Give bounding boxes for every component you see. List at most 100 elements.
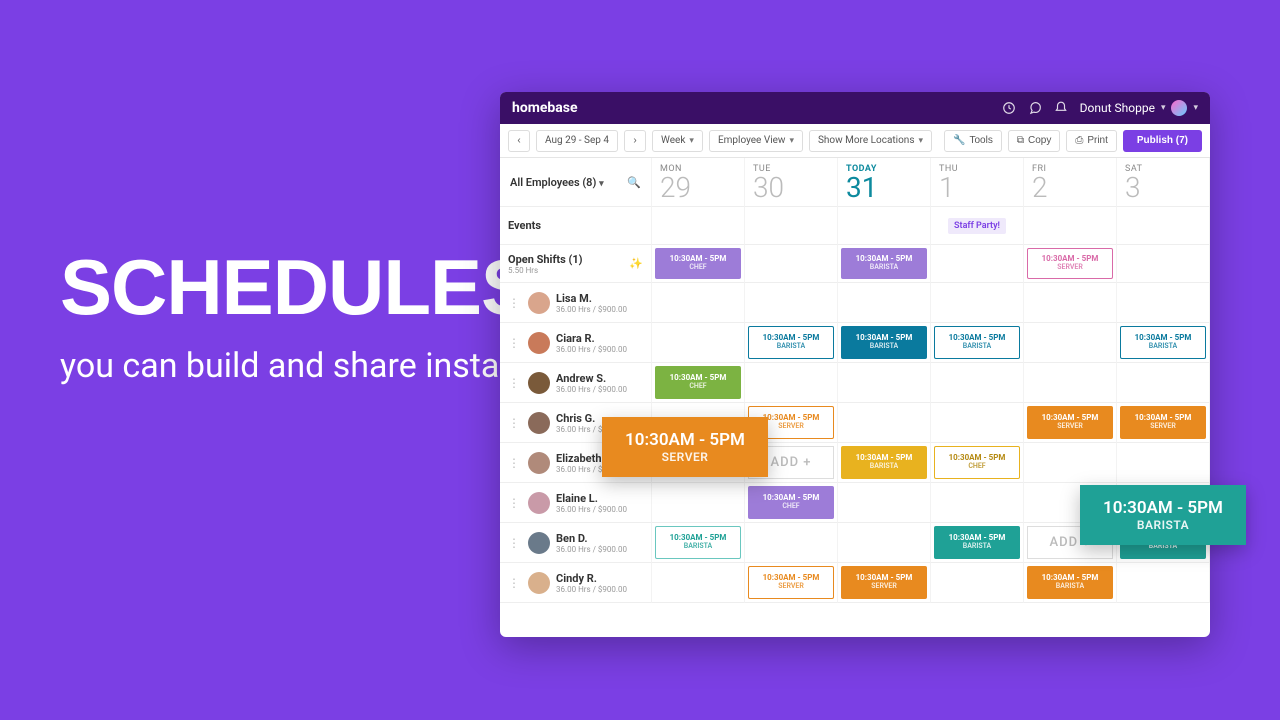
employee-name[interactable]: Cindy R. — [556, 572, 627, 585]
dragged-shift-card[interactable]: 10:30AM - 5PM SERVER — [602, 417, 768, 477]
employee-name[interactable]: Elaine L. — [556, 492, 627, 505]
event-cell[interactable] — [1024, 207, 1117, 245]
shift-cell[interactable]: 10:30AM - 5PMCHEF — [652, 245, 745, 283]
shift-cell[interactable]: 10:30AM - 5PMSERVER — [745, 563, 838, 603]
date-range-picker[interactable]: Aug 29 - Sep 4 — [536, 130, 618, 152]
shift-block[interactable]: 10:30AM - 5PMCHEF — [934, 446, 1020, 479]
shift-block[interactable]: 10:30AM - 5PMSERVER — [748, 566, 834, 599]
shift-block[interactable]: 10:30AM - 5PMBARISTA — [934, 526, 1020, 559]
chat-icon[interactable] — [1028, 101, 1042, 115]
shift-cell[interactable]: 10:30AM - 5PMBARISTA — [931, 523, 1024, 563]
shift-cell[interactable] — [1117, 245, 1210, 283]
drag-handle-icon[interactable]: ⋮ — [508, 456, 520, 470]
shift-cell[interactable]: 10:30AM - 5PMBARISTA — [1024, 563, 1117, 603]
shift-block[interactable]: 10:30AM - 5PMSERVER — [1027, 248, 1113, 279]
shift-block[interactable]: 10:30AM - 5PMSERVER — [1027, 406, 1113, 439]
shift-cell[interactable] — [1024, 443, 1117, 483]
day-header[interactable]: TUE30 — [745, 158, 838, 207]
search-icon[interactable]: 🔍 — [627, 176, 641, 189]
shift-cell[interactable] — [1117, 283, 1210, 323]
bell-icon[interactable] — [1054, 101, 1068, 115]
shift-cell[interactable] — [745, 363, 838, 403]
shift-block[interactable]: 10:30AM - 5PMBARISTA — [841, 326, 927, 359]
event-cell[interactable] — [652, 207, 745, 245]
shift-cell[interactable]: 10:30AM - 5PMCHEF — [652, 363, 745, 403]
day-header[interactable]: TODAY31 — [838, 158, 931, 207]
shift-cell[interactable] — [931, 283, 1024, 323]
shift-cell[interactable] — [652, 483, 745, 523]
shift-cell[interactable] — [838, 483, 931, 523]
shift-cell[interactable] — [1117, 563, 1210, 603]
shift-cell[interactable]: 10:30AM - 5PMSERVER — [1117, 403, 1210, 443]
shift-cell[interactable] — [838, 403, 931, 443]
shift-cell[interactable]: 10:30AM - 5PMSERVER — [1024, 403, 1117, 443]
shift-cell[interactable]: 10:30AM - 5PMSERVER — [838, 563, 931, 603]
day-header[interactable]: THU1 — [931, 158, 1024, 207]
shift-block[interactable]: 10:30AM - 5PMBARISTA — [934, 326, 1020, 359]
employee-name[interactable]: Ben D. — [556, 532, 627, 545]
locations-select[interactable]: Show More Locations▾ — [809, 130, 932, 152]
shift-cell[interactable] — [745, 245, 838, 283]
event-chip[interactable]: Staff Party! — [948, 218, 1006, 234]
shift-cell[interactable] — [652, 283, 745, 323]
shift-cell[interactable]: 10:30AM - 5PMBARISTA — [931, 323, 1024, 363]
shift-cell[interactable] — [745, 523, 838, 563]
employee-name[interactable]: Ciara R. — [556, 332, 627, 345]
shift-cell[interactable] — [838, 283, 931, 323]
drag-handle-icon[interactable]: ⋮ — [508, 376, 520, 390]
view-mode-select[interactable]: Week▾ — [652, 130, 703, 152]
day-header[interactable]: FRI2 — [1024, 158, 1117, 207]
shift-block[interactable]: 10:30AM - 5PMBARISTA — [1120, 326, 1206, 359]
shift-cell[interactable] — [931, 245, 1024, 283]
employee-name[interactable]: Andrew S. — [556, 372, 627, 385]
shift-block[interactable]: 10:30AM - 5PMBARISTA — [748, 326, 834, 359]
employee-name[interactable]: Lisa M. — [556, 292, 627, 305]
shift-block[interactable]: 10:30AM - 5PMSERVER — [841, 566, 927, 599]
publish-button[interactable]: Publish (7) — [1123, 130, 1202, 152]
shift-cell[interactable] — [838, 363, 931, 403]
shift-block[interactable]: 10:30AM - 5PMBARISTA — [841, 446, 927, 479]
event-cell[interactable] — [1117, 207, 1210, 245]
shift-cell[interactable] — [931, 483, 1024, 523]
shift-cell[interactable] — [1024, 363, 1117, 403]
event-cell[interactable]: Staff Party! — [931, 207, 1024, 245]
shift-block[interactable]: 10:30AM - 5PMSERVER — [1120, 406, 1206, 439]
shift-cell[interactable] — [745, 283, 838, 323]
shift-cell[interactable] — [1117, 443, 1210, 483]
event-cell[interactable] — [745, 207, 838, 245]
drag-handle-icon[interactable]: ⋮ — [508, 296, 520, 310]
shift-cell[interactable]: 10:30AM - 5PMCHEF — [931, 443, 1024, 483]
next-week-button[interactable]: › — [624, 130, 646, 152]
shift-cell[interactable]: 10:30AM - 5PMBARISTA — [652, 523, 745, 563]
shift-cell[interactable]: 10:30AM - 5PMBARISTA — [745, 323, 838, 363]
employee-filter[interactable]: All Employees (8) ▾ — [510, 176, 604, 189]
prev-week-button[interactable]: ‹ — [508, 130, 530, 152]
drag-handle-icon[interactable]: ⋮ — [508, 496, 520, 510]
day-header[interactable]: MON29 — [652, 158, 745, 207]
shift-cell[interactable] — [931, 403, 1024, 443]
magic-wand-icon[interactable]: ✨ — [629, 257, 643, 270]
shift-block[interactable]: 10:30AM - 5PMBARISTA — [655, 526, 741, 559]
dragged-shift-card[interactable]: 10:30AM - 5PM BARISTA — [1080, 485, 1246, 545]
day-header[interactable]: SAT3 — [1117, 158, 1210, 207]
shift-cell[interactable] — [931, 363, 1024, 403]
event-cell[interactable] — [838, 207, 931, 245]
drag-handle-icon[interactable]: ⋮ — [508, 576, 520, 590]
shift-block[interactable]: 10:30AM - 5PMCHEF — [748, 486, 834, 519]
shift-block[interactable]: 10:30AM - 5PMCHEF — [655, 248, 741, 279]
shift-cell[interactable]: 10:30AM - 5PMBARISTA — [838, 443, 931, 483]
workspace-switcher[interactable]: Donut Shoppe ▾ ▾ — [1080, 100, 1198, 116]
clock-icon[interactable] — [1002, 101, 1016, 115]
shift-cell[interactable] — [1117, 363, 1210, 403]
shift-cell[interactable]: 10:30AM - 5PMBARISTA — [1117, 323, 1210, 363]
shift-cell[interactable] — [931, 563, 1024, 603]
shift-cell[interactable]: 10:30AM - 5PMSERVER — [1024, 245, 1117, 283]
copy-button[interactable]: ⧉Copy — [1008, 130, 1061, 152]
shift-block[interactable]: 10:30AM - 5PMBARISTA — [1027, 566, 1113, 599]
shift-cell[interactable]: 10:30AM - 5PMBARISTA — [838, 245, 931, 283]
drag-handle-icon[interactable]: ⋮ — [508, 416, 520, 430]
group-mode-select[interactable]: Employee View▾ — [709, 130, 803, 152]
shift-cell[interactable]: 10:30AM - 5PMBARISTA — [838, 323, 931, 363]
shift-cell[interactable]: 10:30AM - 5PMCHEF — [745, 483, 838, 523]
shift-cell[interactable] — [652, 563, 745, 603]
